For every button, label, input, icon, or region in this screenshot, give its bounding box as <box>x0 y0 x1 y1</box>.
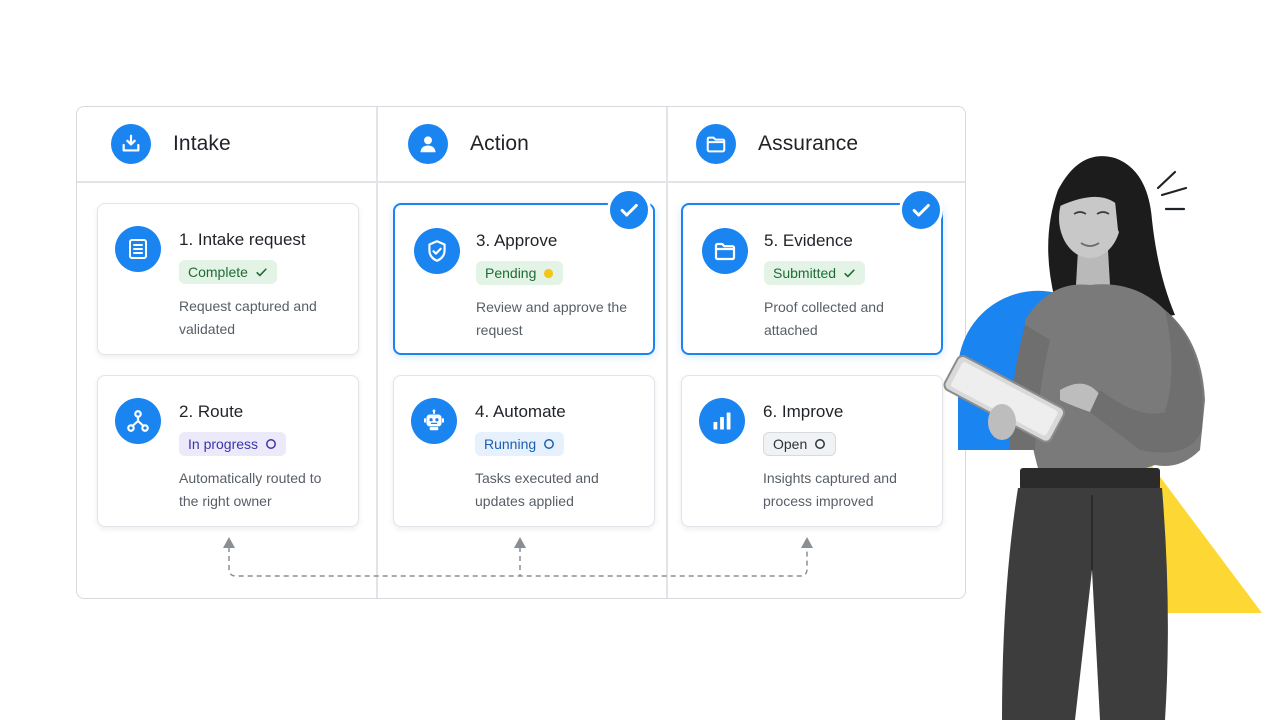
selected-check-icon <box>899 188 943 232</box>
feedback-loop-arrows <box>223 537 813 577</box>
selected-check-icon <box>607 188 651 232</box>
process-board: Intake Action Assurance 1. Intake reques… <box>76 106 966 599</box>
motion-lines-icon <box>1156 170 1188 211</box>
woman-with-tablet-illustration <box>943 156 1262 720</box>
